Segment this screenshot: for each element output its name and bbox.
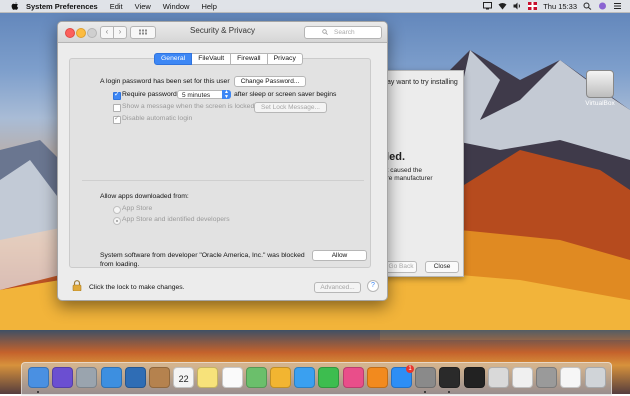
blocked-software-text: System software from developer "Oracle A… <box>100 252 305 259</box>
dock-calendar-icon[interactable]: 22 <box>173 367 195 388</box>
password-delay-value: 5 minutes <box>182 92 211 99</box>
running-indicator <box>424 391 427 393</box>
desktop-drive-icon[interactable]: VirtualBox <box>578 70 622 107</box>
dock-messages-icon[interactable] <box>294 367 316 388</box>
dock-maps-icon[interactable] <box>245 367 267 388</box>
help-button[interactable]: ? <box>367 280 379 292</box>
radio-identified-label: App Store and identified developers <box>122 216 230 223</box>
spotlight-icon[interactable] <box>583 2 592 10</box>
dock-siri-icon[interactable] <box>52 367 74 388</box>
dock-launchpad-icon[interactable] <box>76 367 98 388</box>
tab-privacy[interactable]: Privacy <box>267 53 303 65</box>
dock-textedit-icon[interactable] <box>512 367 533 388</box>
security-privacy-window: ‹ › Security & Privacy Search A login pa… <box>57 21 388 301</box>
dock-finder-icon[interactable] <box>28 367 49 388</box>
menu-app-name[interactable]: System Preferences <box>26 2 98 11</box>
password-delay-select[interactable]: 5 minutes ▲ ▼ <box>177 90 231 99</box>
menu-view[interactable]: View <box>135 2 151 11</box>
after-sleep-text: after sleep or screen saver begins <box>234 91 337 98</box>
app-store-badge: 1 <box>406 365 414 373</box>
close-button[interactable]: Close <box>425 261 459 273</box>
section-divider <box>82 180 364 181</box>
radio-app-store-label: App Store <box>122 205 153 212</box>
dock-ibooks-icon[interactable] <box>366 367 388 388</box>
go-back-button[interactable]: Go Back <box>385 261 417 273</box>
general-tab-panel: A login password has been set for this u… <box>69 58 371 268</box>
menu-extras: Thu 15:33 <box>483 2 622 11</box>
radio-identified-developers[interactable] <box>113 217 121 225</box>
alert-body-line: are manufacturer <box>383 175 433 182</box>
show-message-checkbox[interactable] <box>113 104 121 112</box>
running-indicator <box>37 391 39 393</box>
show-message-label: Show a message when the screen is locked <box>122 103 255 110</box>
advanced-button[interactable]: Advanced... <box>314 282 361 293</box>
menu-clock[interactable]: Thu 15:33 <box>543 2 577 11</box>
dock-trash-icon[interactable] <box>584 367 606 388</box>
background-alert-dialog: ay want to try installing iled. at cause… <box>376 70 464 277</box>
dock-terminal-icon[interactable] <box>439 367 461 388</box>
dock-system-preferences-icon[interactable] <box>415 367 437 388</box>
allow-button[interactable]: Allow <box>312 250 367 261</box>
menu-edit[interactable]: Edit <box>110 2 123 11</box>
wifi-icon[interactable] <box>498 2 507 10</box>
dock-script-editor-icon[interactable] <box>487 367 509 388</box>
tab-general[interactable]: General <box>154 53 193 65</box>
dock-disk-utility-icon[interactable] <box>536 367 558 388</box>
input-source-icon[interactable] <box>528 2 538 10</box>
dock-photos-icon[interactable] <box>270 367 291 388</box>
notification-center-icon[interactable] <box>613 2 622 10</box>
disable-auto-login-checkbox[interactable] <box>113 114 121 124</box>
dock-photo-browser-icon[interactable] <box>124 367 146 388</box>
change-password-button[interactable]: Change Password... <box>234 76 306 87</box>
search-input[interactable]: Search <box>304 26 382 39</box>
window-titlebar[interactable]: ‹ › Security & Privacy Search <box>58 22 387 43</box>
alert-partial-body: at caused the are manufacturer <box>383 167 453 183</box>
disable-auto-login-label: Disable automatic login <box>122 115 193 122</box>
calendar-day: 22 <box>178 374 189 384</box>
radio-app-store[interactable] <box>113 206 121 214</box>
menu-window[interactable]: Window <box>163 2 190 11</box>
dock-app-store-icon[interactable]: 1 <box>391 365 414 388</box>
drive-icon <box>586 70 614 98</box>
require-password-checkbox[interactable] <box>113 90 121 100</box>
volume-icon[interactable] <box>513 2 522 10</box>
desktop-icon-label: VirtualBox <box>585 100 615 107</box>
login-password-text: A login password has been set for this u… <box>100 78 230 85</box>
search-icon <box>322 29 328 35</box>
blocked-software-text-cont: from loading. <box>100 261 140 268</box>
dock-document-icon[interactable] <box>560 367 582 388</box>
chevron-up-down-icon: ▲ ▼ <box>222 90 231 99</box>
tab-filevault[interactable]: FileVault <box>192 53 232 65</box>
siri-icon[interactable] <box>598 2 607 10</box>
alert-body-line: at caused the <box>383 167 423 174</box>
running-indicator <box>448 391 451 393</box>
dock-contacts-icon[interactable] <box>149 367 170 388</box>
alert-partial-text: ay want to try installing <box>387 79 458 86</box>
menu-help[interactable]: Help <box>201 2 216 11</box>
tab-firewall[interactable]: Firewall <box>231 53 268 65</box>
dock-notes-icon[interactable] <box>197 367 219 388</box>
allow-apps-label: Allow apps downloaded from: <box>100 193 189 200</box>
menu-bar: System Preferences Edit View Window Help… <box>0 0 630 13</box>
lock-text: Click the lock to make changes. <box>89 284 185 291</box>
search-placeholder: Search <box>334 29 355 36</box>
apple-icon[interactable] <box>10 1 20 11</box>
dock-facetime-icon[interactable] <box>318 367 340 388</box>
set-lock-message-button[interactable]: Set Lock Message... <box>254 102 327 113</box>
dock-itunes-icon[interactable] <box>342 367 364 388</box>
dock: 22 1 <box>21 362 612 396</box>
display-icon[interactable] <box>483 2 493 10</box>
dock-reminders-icon[interactable] <box>221 367 243 388</box>
dock-activity-monitor-icon[interactable] <box>463 367 485 388</box>
tab-bar: General FileVault Firewall Privacy <box>154 53 303 65</box>
require-password-label: Require password <box>122 91 177 98</box>
lock-icon[interactable] <box>72 280 82 291</box>
dock-safari-icon[interactable] <box>100 367 122 388</box>
